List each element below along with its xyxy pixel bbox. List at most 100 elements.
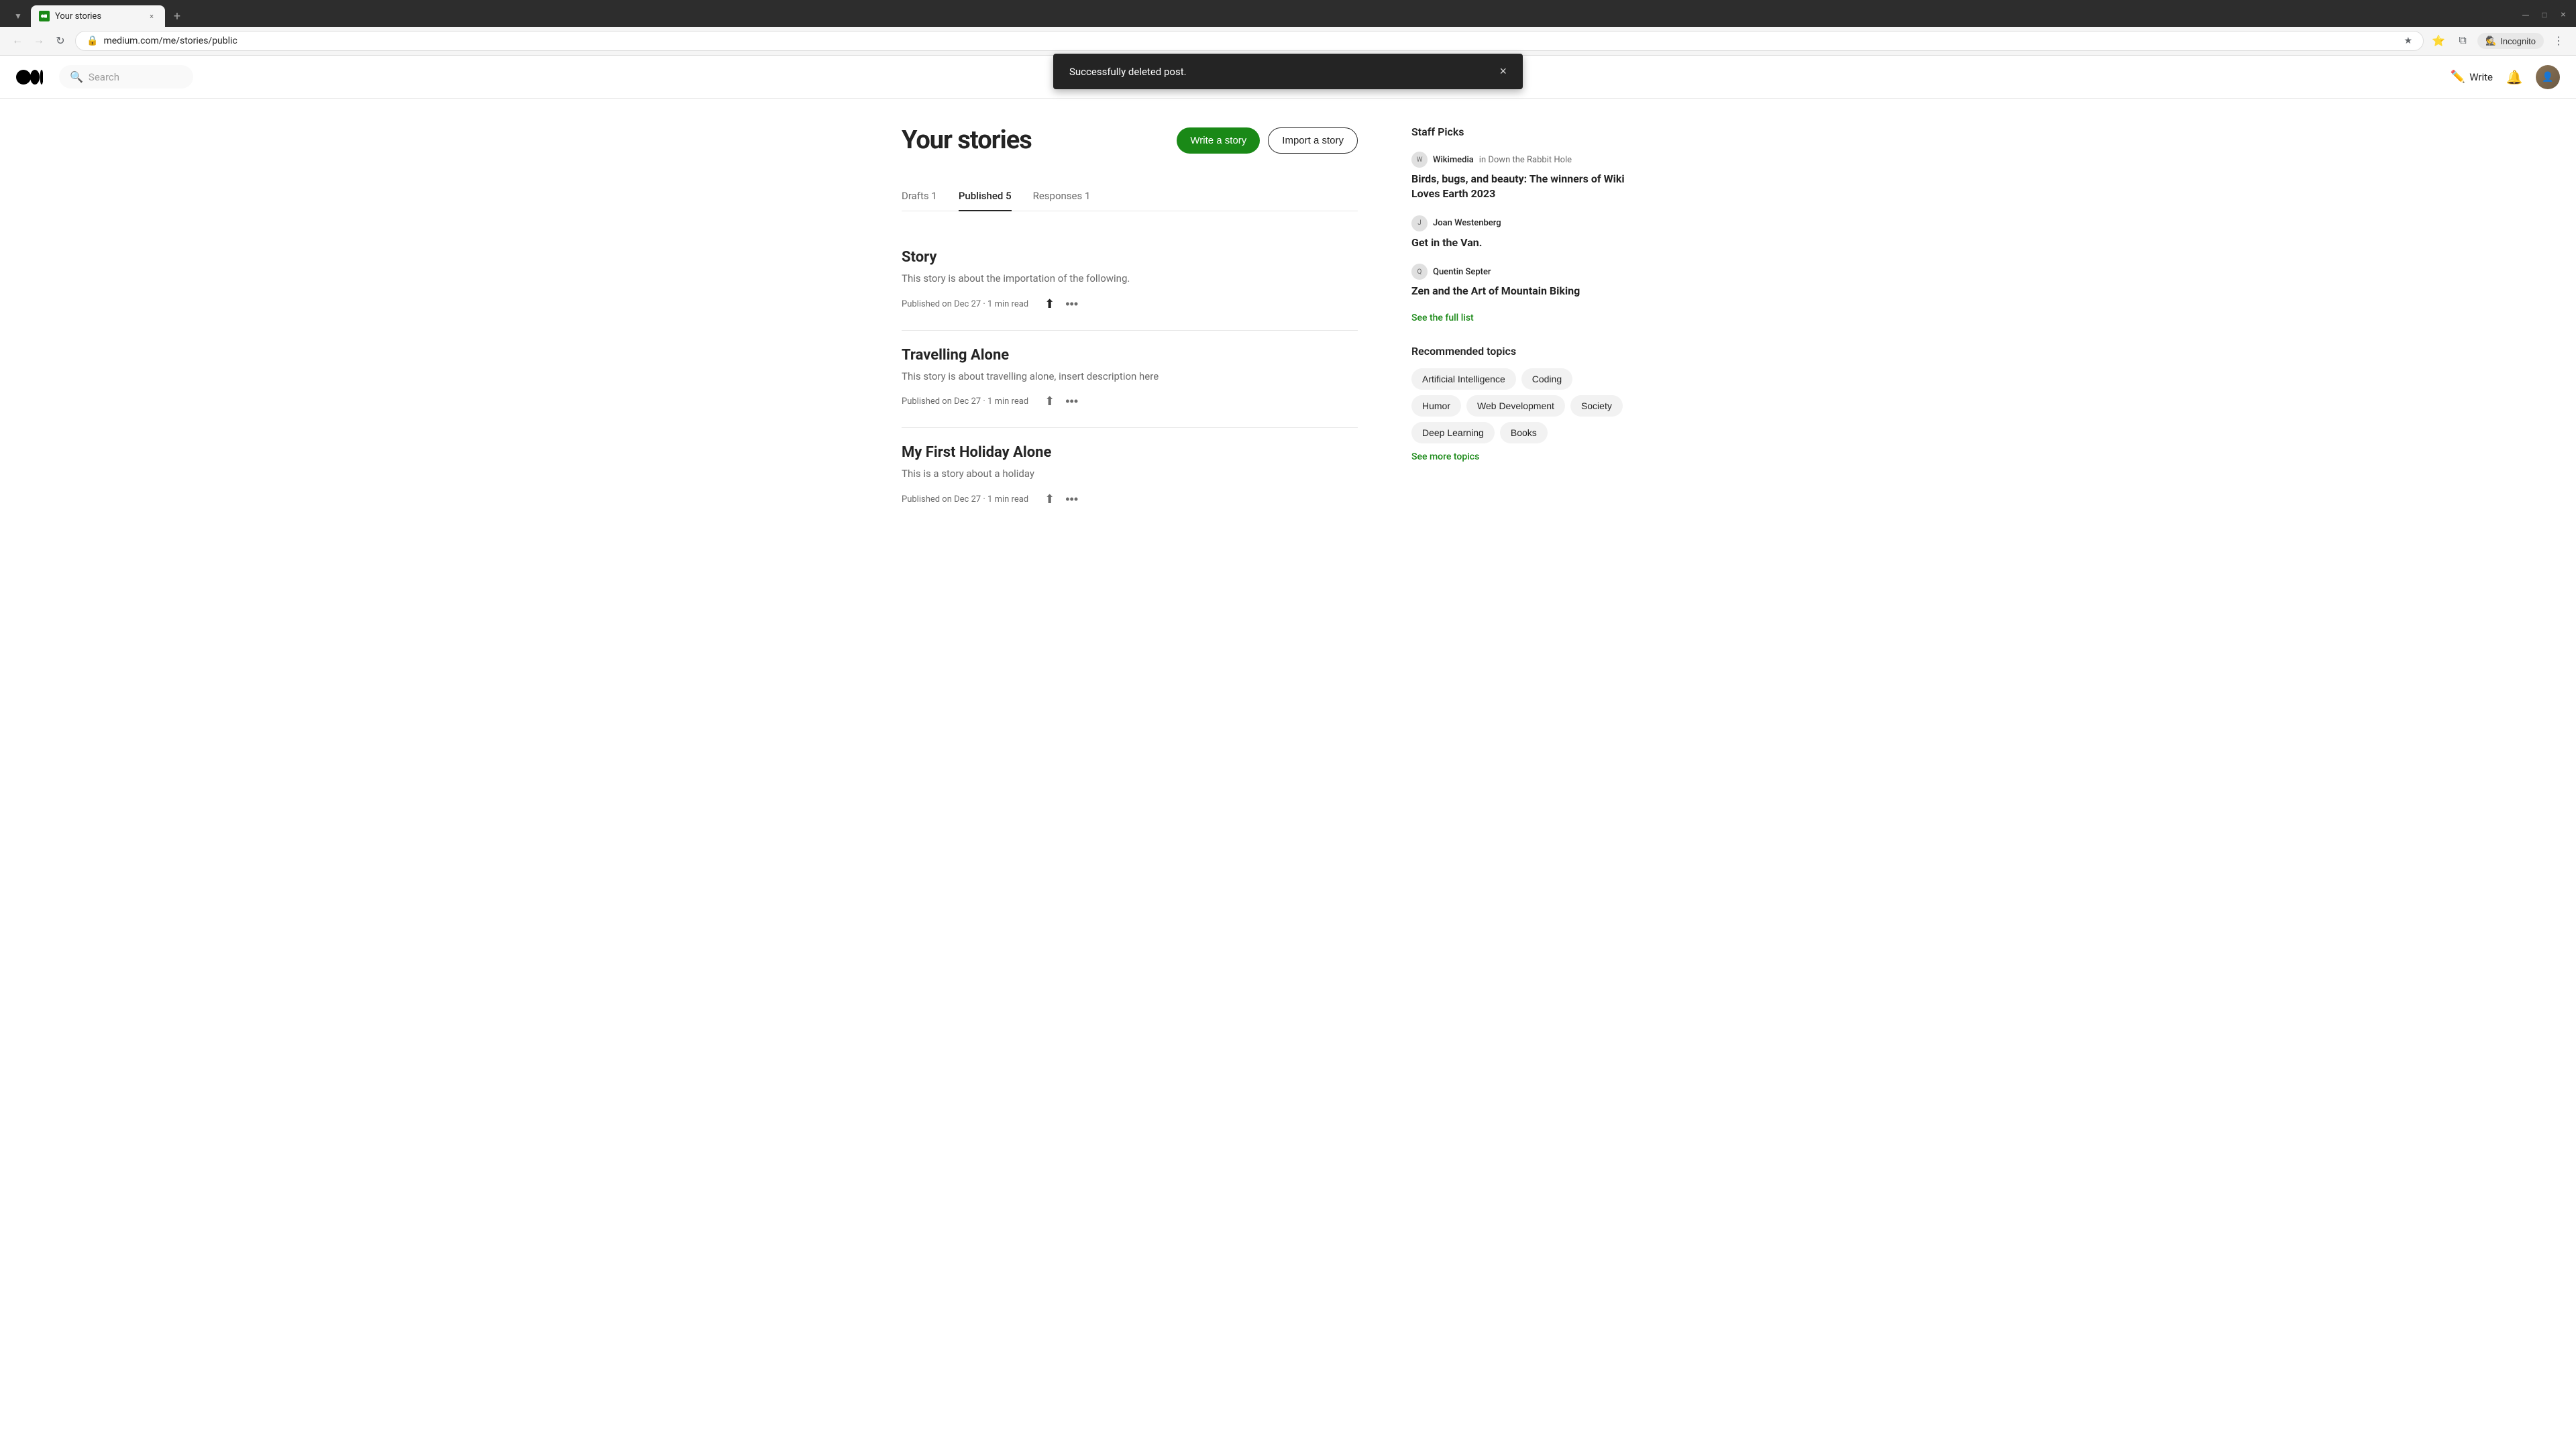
search-box[interactable]: 🔍 Search	[59, 65, 193, 89]
staff-picks-section: Staff Picks W Wikimedia in Down the Rabb…	[1411, 125, 1626, 323]
toast-container: Successfully deleted post. ×	[1053, 54, 1523, 89]
author-avatar: J	[1411, 215, 1428, 231]
header-right: ✏️ Write 🔔 👤	[2451, 65, 2560, 89]
more-options-btn[interactable]: •••	[1063, 294, 1081, 314]
staff-pick-author: Q Quentin Septer	[1411, 264, 1626, 280]
write-icon: ✏️	[2451, 70, 2465, 84]
story-actions: ⬆ •••	[1042, 392, 1081, 411]
topic-coding[interactable]: Coding	[1521, 368, 1572, 390]
tab-title: Your stories	[55, 11, 141, 21]
topic-artificial-intelligence[interactable]: Artificial Intelligence	[1411, 368, 1516, 390]
maximize-btn[interactable]: □	[2537, 7, 2552, 22]
tab-responses[interactable]: Responses 1	[1033, 182, 1091, 211]
story-item: My First Holiday Alone This is a story a…	[902, 428, 1358, 525]
staff-pick-title[interactable]: Get in the Van.	[1411, 235, 1626, 250]
story-item: Story This story is about the importatio…	[902, 233, 1358, 331]
close-window-btn[interactable]: ×	[2556, 7, 2571, 22]
page-header: Your stories Write a story Import a stor…	[902, 125, 1358, 155]
share-btn[interactable]: ⬆	[1042, 294, 1057, 314]
back-btn[interactable]: ←	[8, 32, 27, 50]
sidebar: Staff Picks W Wikimedia in Down the Rabb…	[1411, 125, 1626, 525]
tab-dropdown-btn[interactable]: ▼	[11, 9, 25, 23]
page-content: 🔍 Search ✏️ Write 🔔 👤 Successfully delet…	[0, 56, 2576, 1444]
minimize-btn[interactable]: ─	[2518, 7, 2533, 22]
more-options-btn[interactable]: •••	[1063, 490, 1081, 509]
story-title[interactable]: My First Holiday Alone	[902, 444, 1358, 461]
split-screen-btn[interactable]: ⧉	[2453, 32, 2472, 50]
browser-toolbar: ← → ↻ 🔒 medium.com/me/stories/public ★ ⭐…	[0, 27, 2576, 56]
menu-btn[interactable]: ⋮	[2549, 32, 2568, 50]
main-layout: Your stories Write a story Import a stor…	[885, 99, 1690, 552]
tab-favicon	[39, 11, 50, 21]
incognito-btn[interactable]: 🕵 Incognito	[2477, 33, 2544, 49]
toast-notification: Successfully deleted post. ×	[1053, 54, 1523, 89]
story-meta: Published on Dec 27 · 1 min read ⬆ •••	[902, 294, 1358, 314]
story-date-read: Published on Dec 27 · 1 min read	[902, 299, 1028, 309]
story-list: Story This story is about the importatio…	[902, 233, 1358, 525]
browser-nav-buttons: ← → ↻	[8, 32, 70, 50]
toast-message: Successfully deleted post.	[1069, 66, 1187, 78]
write-label: Write	[2469, 71, 2493, 83]
toolbar-right: ⭐ ⧉ 🕵 Incognito ⋮	[2429, 32, 2568, 50]
more-icon: •••	[1065, 297, 1078, 311]
medium-logo[interactable]	[16, 70, 43, 85]
topic-deep-learning[interactable]: Deep Learning	[1411, 422, 1495, 443]
staff-pick-title[interactable]: Zen and the Art of Mountain Biking	[1411, 284, 1626, 299]
see-more-topics-link[interactable]: See more topics	[1411, 451, 1626, 462]
refresh-btn[interactable]: ↻	[51, 32, 70, 50]
more-options-btn[interactable]: •••	[1063, 392, 1081, 411]
story-tabs: Drafts 1 Published 5 Responses 1	[902, 182, 1358, 211]
new-tab-btn[interactable]: +	[168, 7, 186, 25]
story-title[interactable]: Story	[902, 249, 1358, 266]
browser-chrome: ▼ Your stories × + ─ □ × ← → ↻ 🔒 medium.…	[0, 0, 2576, 56]
story-title[interactable]: Travelling Alone	[902, 347, 1358, 364]
toast-close-btn[interactable]: ×	[1499, 64, 1507, 78]
story-actions: ⬆ •••	[1042, 294, 1081, 314]
content-area: Your stories Write a story Import a stor…	[902, 125, 1358, 525]
story-item: Travelling Alone This story is about tra…	[902, 331, 1358, 429]
staff-picks-title: Staff Picks	[1411, 125, 1626, 138]
incognito-icon: 🕵	[2485, 36, 2496, 46]
staff-pick-title[interactable]: Birds, bugs, and beauty: The winners of …	[1411, 172, 1626, 202]
tab-bar: ▼ Your stories × + ─ □ ×	[0, 0, 2576, 27]
write-story-btn[interactable]: Write a story	[1177, 127, 1260, 154]
header-actions: Write a story Import a story	[1177, 127, 1358, 154]
author-avatar: W	[1411, 152, 1428, 168]
author-name: Wikimedia	[1433, 155, 1474, 165]
topic-humor[interactable]: Humor	[1411, 395, 1461, 417]
story-actions: ⬆ •••	[1042, 490, 1081, 509]
topic-society[interactable]: Society	[1570, 395, 1623, 417]
story-date-read: Published on Dec 27 · 1 min read	[902, 494, 1028, 504]
tab-close-btn[interactable]: ×	[146, 11, 157, 21]
address-bar[interactable]: 🔒 medium.com/me/stories/public ★	[75, 31, 2424, 51]
author-name: Joan Westenberg	[1433, 218, 1501, 228]
bookmark-btn[interactable]: ⭐	[2429, 32, 2448, 50]
forward-btn[interactable]: →	[30, 32, 48, 50]
tab-drafts[interactable]: Drafts 1	[902, 182, 937, 211]
import-story-btn[interactable]: Import a story	[1268, 127, 1358, 154]
more-icon: •••	[1065, 394, 1078, 409]
staff-pick-author: W Wikimedia in Down the Rabbit Hole	[1411, 152, 1626, 168]
share-btn[interactable]: ⬆	[1042, 490, 1057, 509]
topic-web-development[interactable]: Web Development	[1466, 395, 1565, 417]
topics-grid: Artificial Intelligence Coding Humor Web…	[1411, 368, 1626, 443]
story-excerpt: This story is about travelling alone, in…	[902, 369, 1358, 384]
url-display: medium.com/me/stories/public	[103, 36, 2398, 46]
search-icon: 🔍	[70, 70, 83, 83]
share-btn[interactable]: ⬆	[1042, 392, 1057, 411]
search-placeholder: Search	[89, 71, 119, 83]
story-date-read: Published on Dec 27 · 1 min read	[902, 396, 1028, 407]
notification-btn[interactable]: 🔔	[2504, 66, 2525, 88]
recommended-topics-section: Recommended topics Artificial Intelligen…	[1411, 345, 1626, 462]
see-full-list-link[interactable]: See the full list	[1411, 313, 1626, 323]
tab-published[interactable]: Published 5	[959, 182, 1012, 211]
active-tab[interactable]: Your stories ×	[31, 5, 165, 27]
staff-pick-item: W Wikimedia in Down the Rabbit Hole Bird…	[1411, 152, 1626, 202]
write-btn[interactable]: ✏️ Write	[2451, 70, 2493, 84]
staff-pick-item: Q Quentin Septer Zen and the Art of Moun…	[1411, 264, 1626, 299]
topic-books[interactable]: Books	[1500, 422, 1548, 443]
user-avatar[interactable]: 👤	[2536, 65, 2560, 89]
author-avatar: Q	[1411, 264, 1428, 280]
author-name: Quentin Septer	[1433, 267, 1491, 277]
recommended-topics-title: Recommended topics	[1411, 345, 1626, 358]
